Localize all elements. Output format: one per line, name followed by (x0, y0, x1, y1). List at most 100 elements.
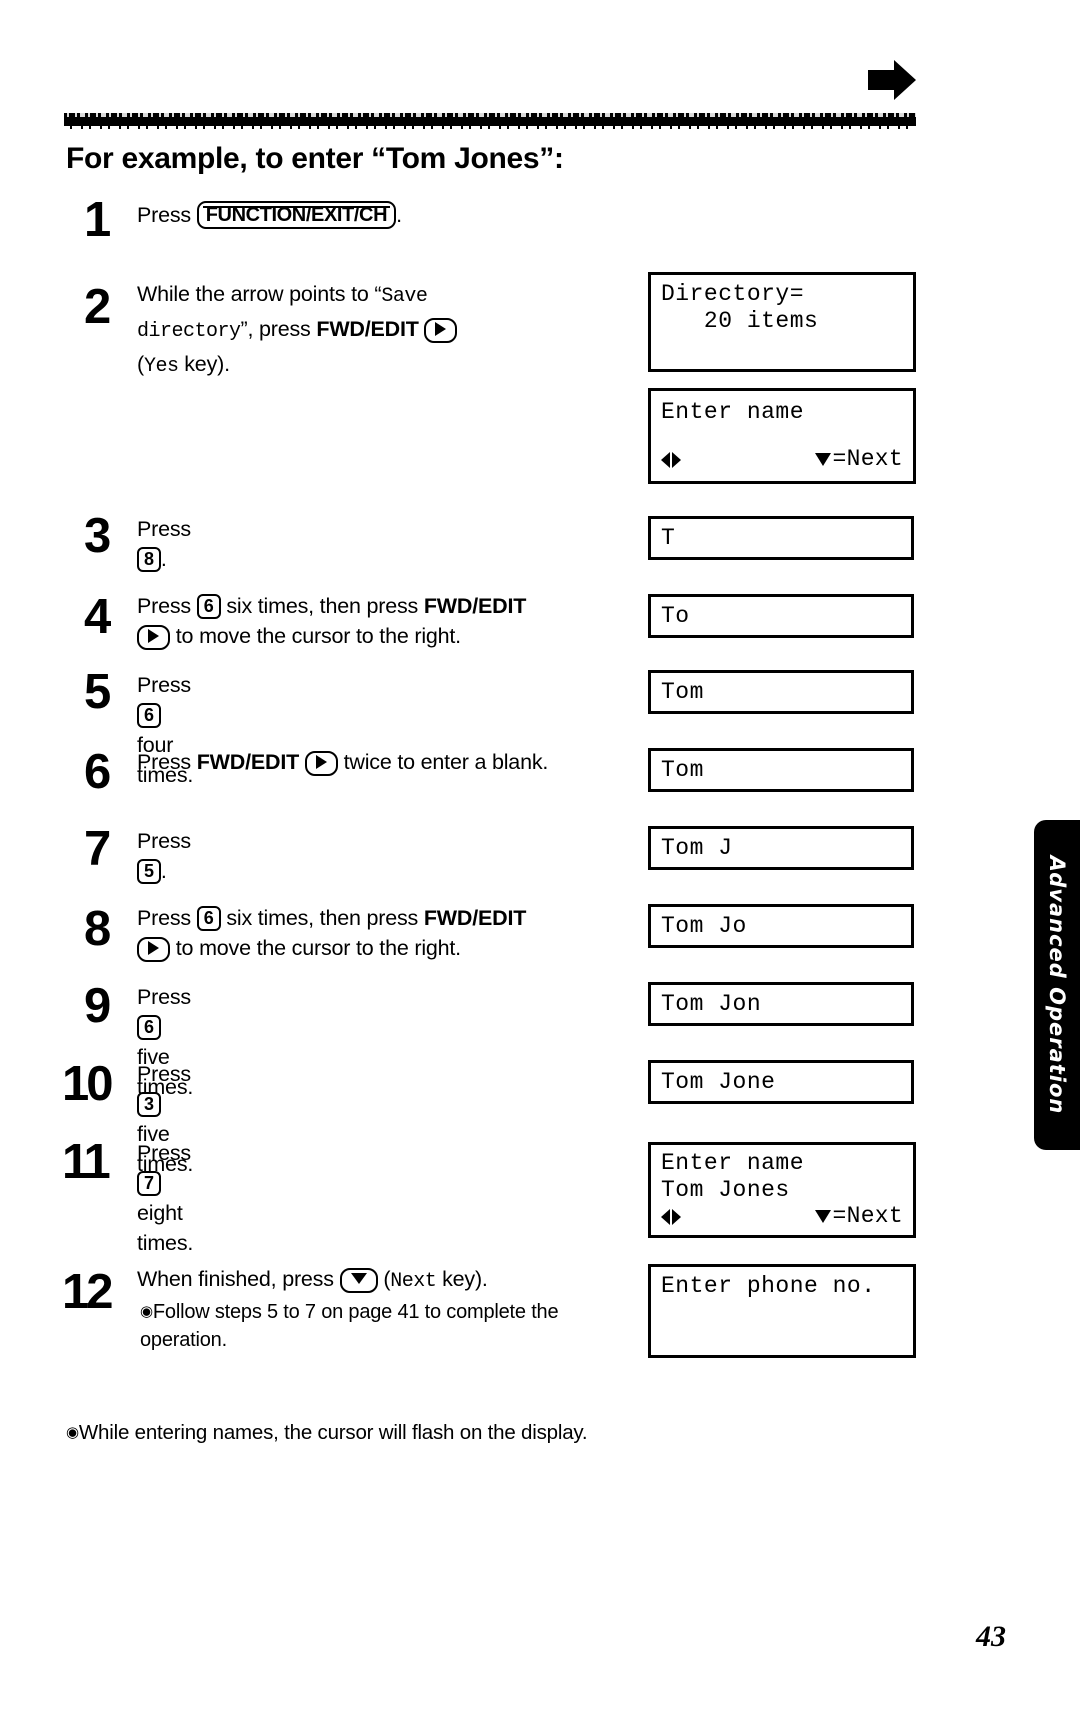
step-12-lead: When finished, press (137, 1267, 340, 1291)
lcd-step-7: Tom J (648, 826, 914, 870)
step-text: Press 5. (137, 826, 191, 886)
step-number: 6 (84, 745, 111, 799)
step-text: Press 6 six times, then press FWD/EDIT t… (137, 903, 637, 963)
step-8-tail: to move the cursor to the right. (170, 936, 461, 960)
step-4-press-label: Press (137, 594, 197, 618)
digit-7-key[interactable]: 7 (137, 1171, 161, 1196)
digit-6-key[interactable]: 6 (137, 703, 161, 728)
right-triangle-icon (315, 755, 327, 769)
down-triangle-icon (815, 453, 832, 466)
save-label: Save (381, 285, 428, 308)
fwd-edit-label: FWD/EDIT (423, 906, 527, 930)
yes-label: Yes (143, 355, 179, 378)
step-2-mid: ”, press (240, 317, 317, 341)
step-text: When finished, press (Next key). (137, 1264, 637, 1297)
lcd-next-hint: =Next (815, 1203, 903, 1230)
step-text: Press FUNCTION/EXIT/CH. (137, 200, 637, 230)
step-2-lead: While the arrow points to “ (137, 282, 382, 306)
step-number: 10 (62, 1057, 113, 1111)
page-footnote: ◉While entering names, the cursor will f… (66, 1421, 588, 1445)
fwd-edit-label: FWD/EDIT (316, 317, 419, 341)
step-number: 5 (84, 665, 111, 719)
step-3-period: . (160, 547, 167, 571)
function-exit-ch-key[interactable]: FUNCTION/EXIT/CH (196, 201, 397, 229)
step-4-tail: to move the cursor to the right. (170, 624, 461, 648)
page-title: For example, to enter “Tom Jones”: (66, 142, 564, 175)
lcd-step-9: Tom Jon (648, 982, 914, 1026)
step-4-mid: six times, then press (220, 594, 424, 618)
lcd-step-4: To (648, 594, 914, 638)
left-right-arrows-icon (661, 1207, 695, 1227)
page-number: 43 (976, 1620, 1006, 1653)
lcd-line-1: Tom J (661, 835, 733, 861)
step-number: 8 (84, 902, 111, 956)
lcd-line-1: Enter name (661, 399, 805, 425)
step-number: 4 (84, 590, 111, 644)
step-number: 3 (84, 509, 111, 563)
step-5-press-label: Press (137, 673, 191, 697)
lcd-step-3: T (648, 516, 914, 560)
note-bullet-icon: ◉ (140, 1303, 153, 1320)
step-6-press-label: Press (137, 750, 197, 774)
lcd-line-1: Enter name (661, 1150, 805, 1176)
lcd-line-1: Tom (661, 757, 704, 783)
step-3-press-label: Press (137, 517, 191, 541)
fwd-edit-right-key[interactable] (424, 318, 458, 343)
step-1-period: . (396, 203, 402, 227)
next-down-key[interactable] (339, 1268, 378, 1293)
digit-3-key[interactable]: 3 (137, 1092, 161, 1117)
step-12-tail: key). (436, 1267, 488, 1291)
step-number: 11 (62, 1135, 111, 1189)
step-text: While the arrow points to “Save director… (137, 278, 627, 383)
lcd-next-text: =Next (832, 1203, 903, 1229)
page-footnote-text: While entering names, the cursor will fl… (78, 1421, 588, 1444)
right-triangle-icon (435, 322, 447, 336)
fwd-edit-right-key[interactable] (304, 751, 338, 776)
step-2-paren-open: ( (137, 352, 144, 376)
lcd-line-1: Tom Jon (661, 991, 762, 1017)
section-tab-advanced-operation: Advanced Operation (1034, 820, 1080, 1150)
step-10-press-label: Press (137, 1062, 191, 1086)
right-triangle-icon (148, 629, 159, 643)
digit-8-key[interactable]: 8 (137, 547, 161, 572)
step-9-press-label: Press (137, 985, 191, 1009)
step-text: Press 7 eight times. (137, 1138, 193, 1258)
step-text: Press 8. (137, 514, 191, 574)
step-11-tail: eight times. (137, 1201, 194, 1255)
lcd-line-1: Directory= (661, 281, 805, 307)
lcd-line-1: Enter phone no. (661, 1273, 876, 1299)
lcd-directory-items: Directory= 20 items (648, 272, 916, 372)
digit-6-key[interactable]: 6 (137, 1015, 161, 1040)
lcd-line-1: Tom Jone (661, 1069, 776, 1095)
fwd-edit-label: FWD/EDIT (423, 594, 527, 618)
step-7-press-label: Press (137, 829, 191, 853)
lcd-line-1: Tom (661, 679, 704, 705)
lcd-line-1: T (661, 525, 676, 551)
lcd-step-12: Enter phone no. (648, 1264, 916, 1358)
directory-label: directory (137, 320, 241, 343)
digit-5-key[interactable]: 5 (137, 859, 161, 884)
digit-6-key[interactable]: 6 (196, 906, 221, 931)
note-bullet-icon: ◉ (66, 1424, 79, 1441)
lcd-next-text: =Next (832, 446, 903, 472)
step-6-tail: twice to enter a blank. (337, 750, 549, 774)
lcd-line-1: Tom Jo (661, 913, 747, 939)
manual-page: For example, to enter “Tom Jones”: 1 Pre… (0, 0, 1080, 1721)
fwd-edit-right-key[interactable] (137, 937, 170, 962)
fwd-edit-right-key[interactable] (137, 625, 170, 650)
down-triangle-icon (350, 1273, 367, 1284)
right-triangle-icon (148, 941, 159, 955)
section-tab-label: Advanced Operation (1045, 855, 1069, 1115)
down-triangle-icon (815, 1210, 832, 1223)
step-7-period: . (160, 859, 167, 883)
next-label: Next (390, 1270, 437, 1293)
header-rule (64, 113, 916, 129)
step-8-mid: six times, then press (220, 906, 424, 930)
lcd-step-11: Enter name Tom Jones =Next (648, 1142, 916, 1238)
lcd-step-10: Tom Jone (648, 1060, 914, 1104)
lcd-step-5: Tom (648, 670, 914, 714)
left-right-arrows-icon (661, 450, 695, 470)
step-number: 2 (84, 280, 111, 334)
digit-6-key[interactable]: 6 (196, 594, 221, 619)
lcd-next-hint: =Next (815, 446, 903, 473)
